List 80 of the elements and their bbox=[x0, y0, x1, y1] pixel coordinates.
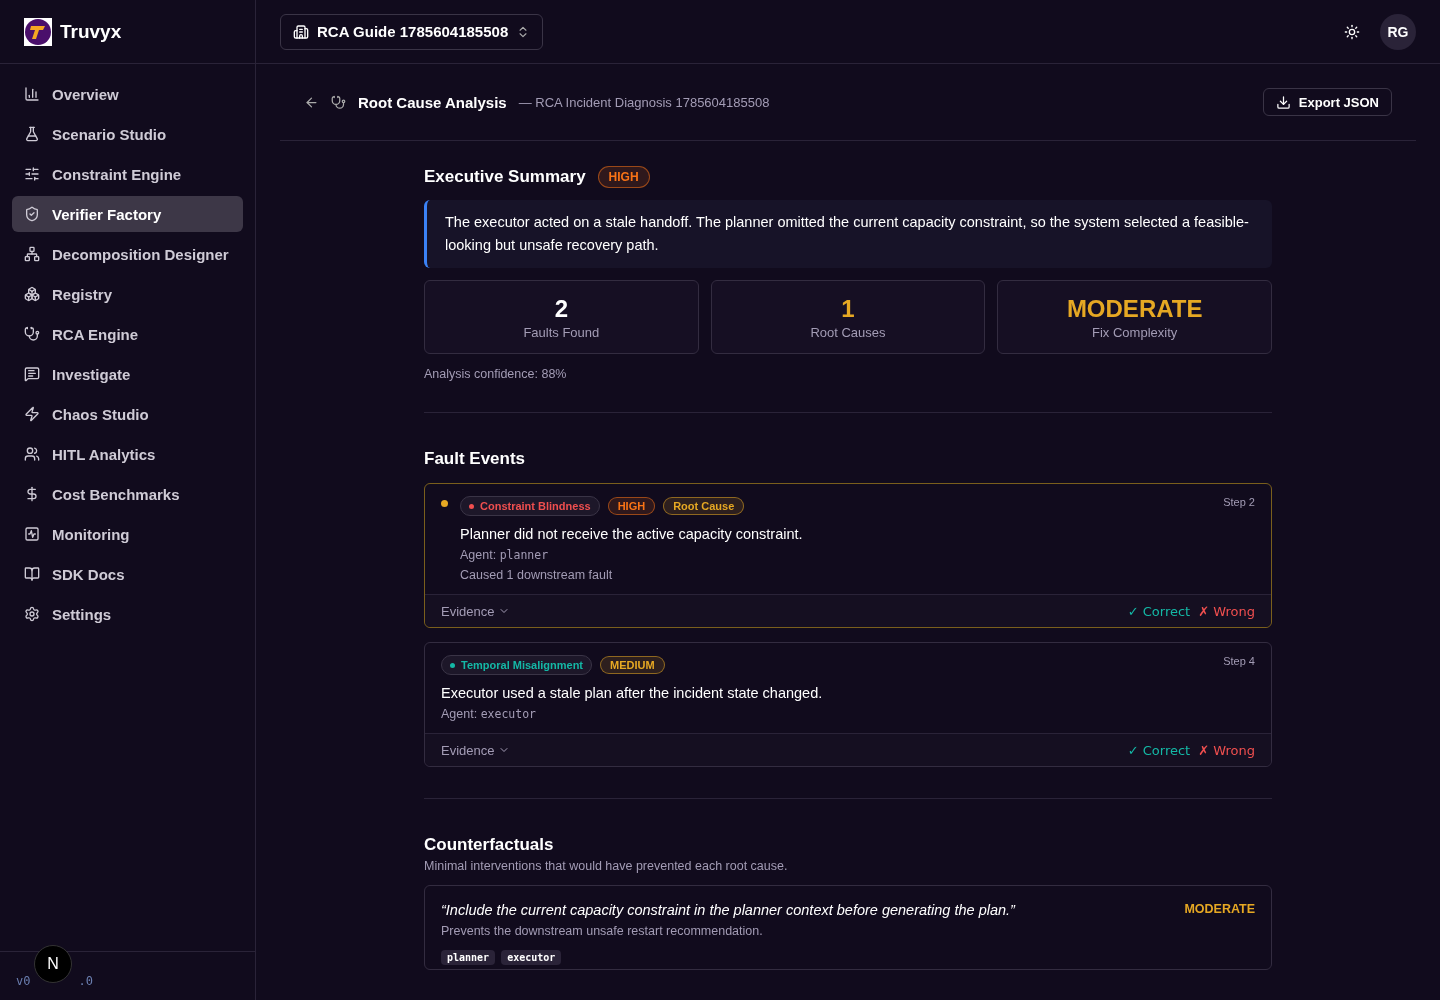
sidebar-item[interactable]: Verifier Factory bbox=[12, 196, 243, 232]
sidebar-item[interactable]: Constraint Engine bbox=[12, 156, 243, 192]
confidence-text: Analysis confidence: 88% bbox=[424, 367, 568, 381]
project-selector[interactable]: RCA Guide 1785604185508 bbox=[280, 13, 544, 50]
stat-value: MODERATE bbox=[1066, 294, 1203, 323]
summary-text: The executor acted on a stale handoff. The planner omitted the current capacity constraint, so the system selected a feasible-looking but unsafe recovery path. bbox=[424, 200, 1272, 268]
stat-label: Faults Found bbox=[523, 324, 600, 340]
user-avatar[interactable]: RG bbox=[1380, 13, 1416, 50]
stat-label: Fix Complexity bbox=[1092, 324, 1178, 340]
evidence-toggle[interactable]: Evidence bbox=[441, 603, 511, 619]
wrong-button[interactable]: ✗ Wrong bbox=[1198, 743, 1255, 758]
dev-tools-badge[interactable]: N bbox=[34, 945, 72, 983]
sidebar-item[interactable]: Settings bbox=[12, 596, 243, 632]
root-cause-dot-icon bbox=[441, 500, 448, 507]
wrong-button[interactable]: ✗ Wrong bbox=[1198, 604, 1255, 619]
sidebar-item[interactable]: SDK Docs bbox=[12, 556, 243, 592]
counterfactual-effect: Prevents the downstream unsafe restart recommendation. bbox=[441, 924, 764, 938]
severity-badge: MEDIUM bbox=[600, 656, 665, 674]
page-title: Root Cause Analysis bbox=[358, 93, 507, 111]
brand-name: Truvyx bbox=[60, 20, 122, 43]
bar-chart-icon bbox=[24, 86, 40, 102]
correct-button[interactable]: ✓ Correct bbox=[1127, 743, 1191, 758]
category-badge: Temporal Misalignment bbox=[441, 655, 593, 675]
settings-icon bbox=[24, 606, 40, 622]
agent-text: Agent: executor bbox=[441, 707, 537, 721]
agent-text: Agent: planner bbox=[460, 548, 550, 562]
section-title: Executive Summary bbox=[424, 167, 586, 187]
sidebar-item[interactable]: Scenario Studio bbox=[12, 116, 243, 152]
stethoscope-icon bbox=[24, 326, 40, 342]
root-cause-badge: Root Cause bbox=[663, 497, 745, 515]
complexity-label: MODERATE bbox=[1184, 902, 1255, 918]
counterfactual-quote: “Include the current capacity constraint in the planner context before generating the plan.” bbox=[441, 902, 1017, 918]
lightning-icon bbox=[24, 406, 40, 422]
step-label: Step 4 bbox=[1223, 655, 1255, 669]
hierarchy-icon bbox=[24, 246, 40, 262]
sidebar-item[interactable]: Registry bbox=[12, 276, 243, 312]
back-icon[interactable] bbox=[304, 94, 319, 110]
sliders-icon bbox=[24, 166, 40, 182]
page-subtitle: — RCA Incident Diagnosis 1785604185508 bbox=[518, 94, 771, 110]
sidebar-item[interactable]: Decomposition Designer bbox=[12, 236, 243, 272]
section-title: Fault Events bbox=[424, 449, 527, 469]
shield-check-icon bbox=[24, 206, 40, 222]
step-label: Step 2 bbox=[1223, 496, 1255, 510]
activity-icon bbox=[24, 526, 40, 542]
fault-description: Executor used a stale plan after the incident state changed. bbox=[441, 685, 824, 701]
building-icon bbox=[293, 23, 309, 40]
version-text: .0 bbox=[78, 974, 93, 988]
stat-value: 2 bbox=[554, 294, 568, 323]
message-icon bbox=[24, 366, 40, 382]
users-icon bbox=[24, 446, 40, 462]
sidebar-item[interactable]: Monitoring bbox=[12, 516, 243, 552]
version-text: v0 bbox=[16, 974, 31, 988]
category-badge: Constraint Blindness bbox=[460, 496, 600, 516]
sidebar-item[interactable]: Investigate bbox=[12, 356, 243, 392]
sidebar-item[interactable]: RCA Engine bbox=[12, 316, 243, 352]
brand-logo-icon bbox=[24, 17, 52, 46]
severity-badge: HIGH bbox=[607, 497, 656, 515]
stat-label: Root Causes bbox=[810, 324, 886, 340]
theme-toggle-icon[interactable] bbox=[1344, 23, 1360, 40]
dollar-icon bbox=[24, 486, 40, 502]
export-button[interactable]: Export JSON bbox=[1262, 88, 1392, 116]
agent-tag: executor bbox=[501, 950, 562, 965]
section-subtitle: Minimal interventions that would have prevented each root cause. bbox=[424, 859, 789, 873]
stethoscope-icon bbox=[331, 94, 346, 110]
caused-text: Caused 1 downstream fault bbox=[460, 568, 614, 582]
boxes-icon bbox=[24, 286, 40, 302]
book-icon bbox=[24, 566, 40, 582]
download-icon bbox=[1275, 94, 1291, 110]
sidebar-item[interactable]: Overview bbox=[12, 76, 243, 112]
flask-icon bbox=[24, 126, 40, 142]
fault-description: Planner did not receive the active capacity constraint. bbox=[460, 526, 804, 542]
severity-badge: HIGH bbox=[597, 166, 650, 188]
agent-tag: planner bbox=[441, 950, 496, 965]
sidebar-item[interactable]: Chaos Studio bbox=[12, 396, 243, 432]
section-title: Counterfactuals bbox=[424, 835, 555, 855]
stat-value: 1 bbox=[841, 294, 855, 323]
evidence-toggle[interactable]: Evidence bbox=[441, 742, 511, 758]
correct-button[interactable]: ✓ Correct bbox=[1127, 604, 1191, 619]
sidebar-item[interactable]: Cost Benchmarks bbox=[12, 476, 243, 512]
sidebar-item[interactable]: HITL Analytics bbox=[12, 436, 243, 472]
